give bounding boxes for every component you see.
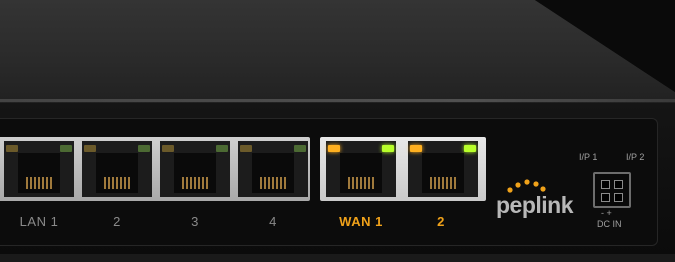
port-led-green — [138, 145, 150, 152]
router-base — [0, 254, 675, 262]
power-input-2-label: I/P 2 — [626, 152, 645, 162]
rj45-jack — [340, 153, 382, 193]
port-led-amber — [240, 145, 252, 152]
rj45-jack — [252, 153, 294, 193]
lan-port-1-label: LAN 1 — [19, 214, 59, 229]
lan-port-4[interactable] — [238, 141, 308, 197]
lan-port-2[interactable] — [82, 141, 152, 197]
wan-port-group — [320, 137, 486, 201]
lan-port-3-label: 3 — [191, 214, 199, 229]
top-edge-highlight — [0, 99, 675, 102]
lan-port-1[interactable] — [4, 141, 74, 197]
wan-port-1[interactable] — [326, 141, 396, 197]
port-led-green — [464, 145, 476, 152]
port-led-green — [382, 145, 394, 152]
lan-port-3[interactable] — [160, 141, 230, 197]
power-polarity-label: - + — [601, 208, 612, 218]
port-led-amber — [410, 145, 422, 152]
wan-port-2[interactable] — [408, 141, 478, 197]
lan-port-group — [0, 137, 310, 201]
rj45-jack — [96, 153, 138, 193]
wan-port-2-label: 2 — [437, 214, 445, 229]
port-led-amber — [84, 145, 96, 152]
port-led-green — [294, 145, 306, 152]
wan-port-1-label: WAN 1 — [339, 214, 383, 229]
rj45-jack — [174, 153, 216, 193]
dc-in-label: DC IN — [597, 219, 622, 229]
port-led-amber — [162, 145, 174, 152]
port-led-green — [216, 145, 228, 152]
power-input-1-label: I/P 1 — [579, 152, 598, 162]
lan-port-4-label: 4 — [269, 214, 277, 229]
port-led-amber — [328, 145, 340, 152]
rj45-jack — [422, 153, 464, 193]
lan-port-2-label: 2 — [113, 214, 121, 229]
port-led-green — [60, 145, 72, 152]
dc-power-socket[interactable] — [593, 172, 631, 208]
rj45-jack — [18, 153, 60, 193]
port-led-amber — [6, 145, 18, 152]
brand-logo: peplink — [496, 192, 574, 218]
